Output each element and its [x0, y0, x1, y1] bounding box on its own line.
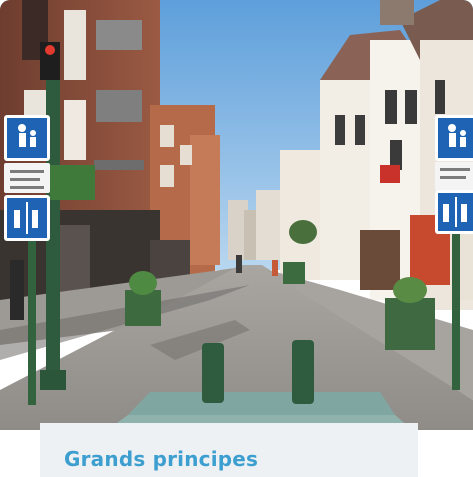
photo-card: Grands principes [0, 0, 473, 477]
street-photo [0, 0, 473, 430]
caption-title: Grands principes [64, 447, 259, 471]
crossing-strip [128, 392, 395, 415]
caption-box: Grands principes [40, 423, 418, 477]
